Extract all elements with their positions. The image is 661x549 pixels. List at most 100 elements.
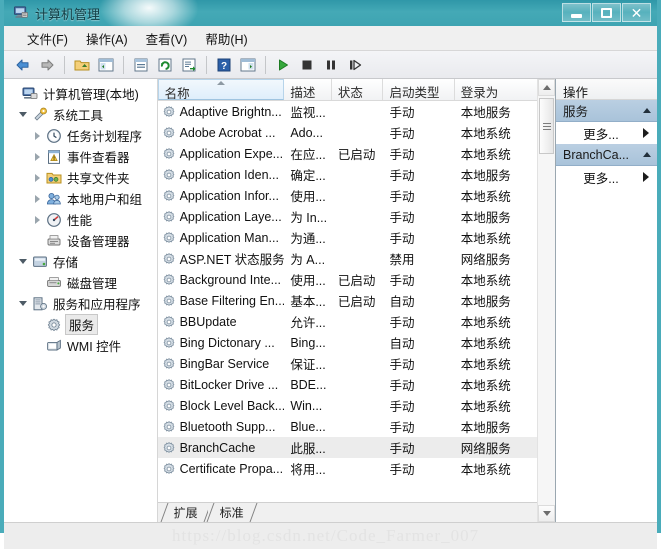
refresh-button[interactable] — [154, 54, 176, 76]
table-row[interactable]: Background Inte... 使用... 已启动 手动 本地系统 — [158, 269, 537, 290]
menu-file[interactable]: 文件(F) — [18, 26, 77, 51]
scrollbar-thumb[interactable] — [539, 98, 554, 154]
table-row[interactable]: Certificate Propa... 将用... 手动 本地系统 — [158, 458, 537, 479]
stop-service-button[interactable] — [296, 54, 318, 76]
properties-button[interactable] — [130, 54, 152, 76]
tree-node-services[interactable]: 服务 — [4, 314, 157, 335]
twisty-expanded-icon[interactable] — [18, 251, 31, 272]
chevron-up-icon[interactable] — [643, 152, 651, 157]
start-service-button[interactable] — [272, 54, 294, 76]
pause-service-button[interactable] — [320, 54, 342, 76]
service-gear-icon — [161, 419, 177, 435]
twisty-collapsed-icon[interactable] — [32, 188, 45, 209]
table-row[interactable]: Adobe Acrobat ... Ado... 手动 本地系统 — [158, 122, 537, 143]
table-row[interactable]: BingBar Service 保证... 手动 本地系统 — [158, 353, 537, 374]
services-apps-icon — [31, 296, 48, 312]
tree-node-computer-management[interactable]: 计算机管理(本地) — [4, 83, 157, 104]
show-hide-console-tree-button[interactable] — [95, 54, 117, 76]
minimize-button[interactable] — [562, 3, 591, 22]
twisty-none — [32, 335, 45, 356]
close-button[interactable]: ✕ — [622, 3, 651, 22]
table-row[interactable]: Block Level Back... Win... 手动 本地系统 — [158, 395, 537, 416]
tree-node-label: 本地用户和组 — [67, 193, 143, 207]
service-gear-icon — [161, 251, 177, 267]
menu-action[interactable]: 操作(A) — [77, 26, 137, 51]
title-bar[interactable]: 计算机管理 ✕ — [4, 0, 657, 26]
tree-node-shared-folders[interactable]: 共享文件夹 — [4, 167, 157, 188]
up-folder-button[interactable] — [71, 54, 93, 76]
tab-standard[interactable]: 标准 — [207, 503, 254, 522]
table-row[interactable]: Application Iden... 确定... 手动 本地服务 — [158, 164, 537, 185]
service-name-label: Adobe Acrobat ... — [179, 125, 276, 140]
tree-node-device-manager[interactable]: 设备管理器 — [4, 230, 157, 251]
tree-node-performance[interactable]: 性能 — [4, 209, 157, 230]
scroll-down-button[interactable] — [538, 505, 555, 522]
action-group-header-services[interactable]: 服务 — [556, 100, 657, 122]
maximize-icon — [601, 7, 612, 18]
tab-extended[interactable]: 扩展 — [161, 503, 208, 522]
list-vertical-scrollbar[interactable] — [537, 79, 555, 522]
twisty-collapsed-icon[interactable] — [32, 167, 45, 188]
help-icon: ? — [217, 58, 231, 72]
export-list-button[interactable] — [178, 54, 200, 76]
services-list-rows[interactable]: Adaptive Brightn... 监视... 手动 本地服务 Adobe Acro… — [157, 101, 537, 502]
column-header-label: 登录为 — [460, 86, 499, 100]
view-pane-button[interactable] — [237, 54, 259, 76]
action-group-header-branchcache[interactable]: BranchCa... — [556, 144, 657, 166]
tree-node-local-users-groups[interactable]: 本地用户和组 — [4, 188, 157, 209]
cell-startup-type: 自动 — [389, 337, 415, 351]
twisty-collapsed-icon[interactable] — [32, 125, 45, 146]
table-row[interactable]: Application Expe... 在应... 已启动 手动 本地系统 — [158, 143, 537, 164]
table-row[interactable]: Adaptive Brightn... 监视... 手动 本地服务 — [158, 101, 537, 122]
cell-log-on-as: 本地系统 — [460, 232, 511, 246]
chevron-right-icon — [643, 172, 649, 182]
tree-node-task-scheduler[interactable]: 任务计划程序 — [4, 125, 157, 146]
table-row[interactable]: BBUpdate 允许... 手动 本地系统 — [158, 311, 537, 332]
status-bar: https://blog.csdn.net/Code_Farmer_007 — [4, 522, 657, 549]
table-row[interactable]: Base Filtering En... 基本... 已启动 自动 本地服务 — [158, 290, 537, 311]
device-manager-icon — [45, 233, 62, 249]
restart-service-button[interactable] — [344, 54, 366, 76]
tree-node-system-tools[interactable]: 系统工具 — [4, 104, 157, 125]
table-row[interactable]: Application Laye... 为 In... 手动 本地服务 — [158, 206, 537, 227]
back-button[interactable] — [12, 54, 34, 76]
column-header-status[interactable]: 状态 — [332, 79, 384, 100]
table-row[interactable]: Bing Dictonary ... Bing... 自动 本地系统 — [158, 332, 537, 353]
table-row[interactable]: BitLocker Drive ... BDE... 手动 本地系统 — [158, 374, 537, 395]
table-row[interactable]: Bluetooth Supp... Blue... 手动 本地服务 — [158, 416, 537, 437]
table-row[interactable]: ASP.NET 状态服务为 A... 禁用 网络服务 — [158, 248, 537, 269]
tree-node-services-and-applications[interactable]: 服务和应用程序 — [4, 293, 157, 314]
list-header-row: 名称 描述 状态 启动类型 登录为 — [157, 79, 537, 101]
cell-description: 使用... — [290, 274, 326, 288]
twisty-expanded-icon[interactable] — [18, 293, 31, 314]
menu-view[interactable]: 查看(V) — [137, 26, 197, 51]
cell-log-on-as: 本地服务 — [460, 211, 511, 225]
table-row[interactable]: BranchCache 此服... 手动 网络服务 — [157, 437, 537, 458]
table-row[interactable]: Application Man... 为通... 手动 本地系统 — [158, 227, 537, 248]
help-button[interactable]: ? — [213, 54, 235, 76]
tree-node-storage[interactable]: 存储 — [4, 251, 157, 272]
tree-node-event-viewer[interactable]: 事件查看器 — [4, 146, 157, 167]
action-more-services[interactable]: 更多... — [556, 122, 657, 144]
maximize-button[interactable] — [592, 3, 621, 22]
computer-icon — [21, 86, 38, 102]
tree-node-wmi-control[interactable]: WMI 控件 — [4, 335, 157, 356]
twisty-collapsed-icon[interactable] — [32, 209, 45, 230]
performance-icon — [45, 212, 62, 228]
column-header-description[interactable]: 描述 — [284, 79, 332, 100]
twisty-collapsed-icon[interactable] — [32, 146, 45, 167]
chevron-up-icon[interactable] — [643, 108, 651, 113]
table-row[interactable]: Application Infor... 使用... 手动 本地系统 — [158, 185, 537, 206]
column-header-log-on-as[interactable]: 登录为 — [455, 79, 537, 100]
tree-node-disk-management[interactable]: 磁盘管理 — [4, 272, 157, 293]
column-header-name[interactable]: 名称 — [157, 79, 285, 100]
tree-node-label: 共享文件夹 — [67, 172, 130, 186]
console-tree[interactable]: 计算机管理(本地) 系统工具 任务计划程序 事件查看器 共享文件夹 本地用户和组… — [4, 79, 158, 522]
twisty-expanded-icon[interactable] — [18, 104, 31, 125]
action-more-branchcache[interactable]: 更多... — [556, 166, 657, 188]
menu-help[interactable]: 帮助(H) — [196, 26, 256, 51]
scroll-up-button[interactable] — [538, 79, 555, 96]
forward-button[interactable] — [36, 54, 58, 76]
column-header-startup-type[interactable]: 启动类型 — [383, 79, 455, 100]
cell-log-on-as: 网络服务 — [460, 442, 511, 456]
